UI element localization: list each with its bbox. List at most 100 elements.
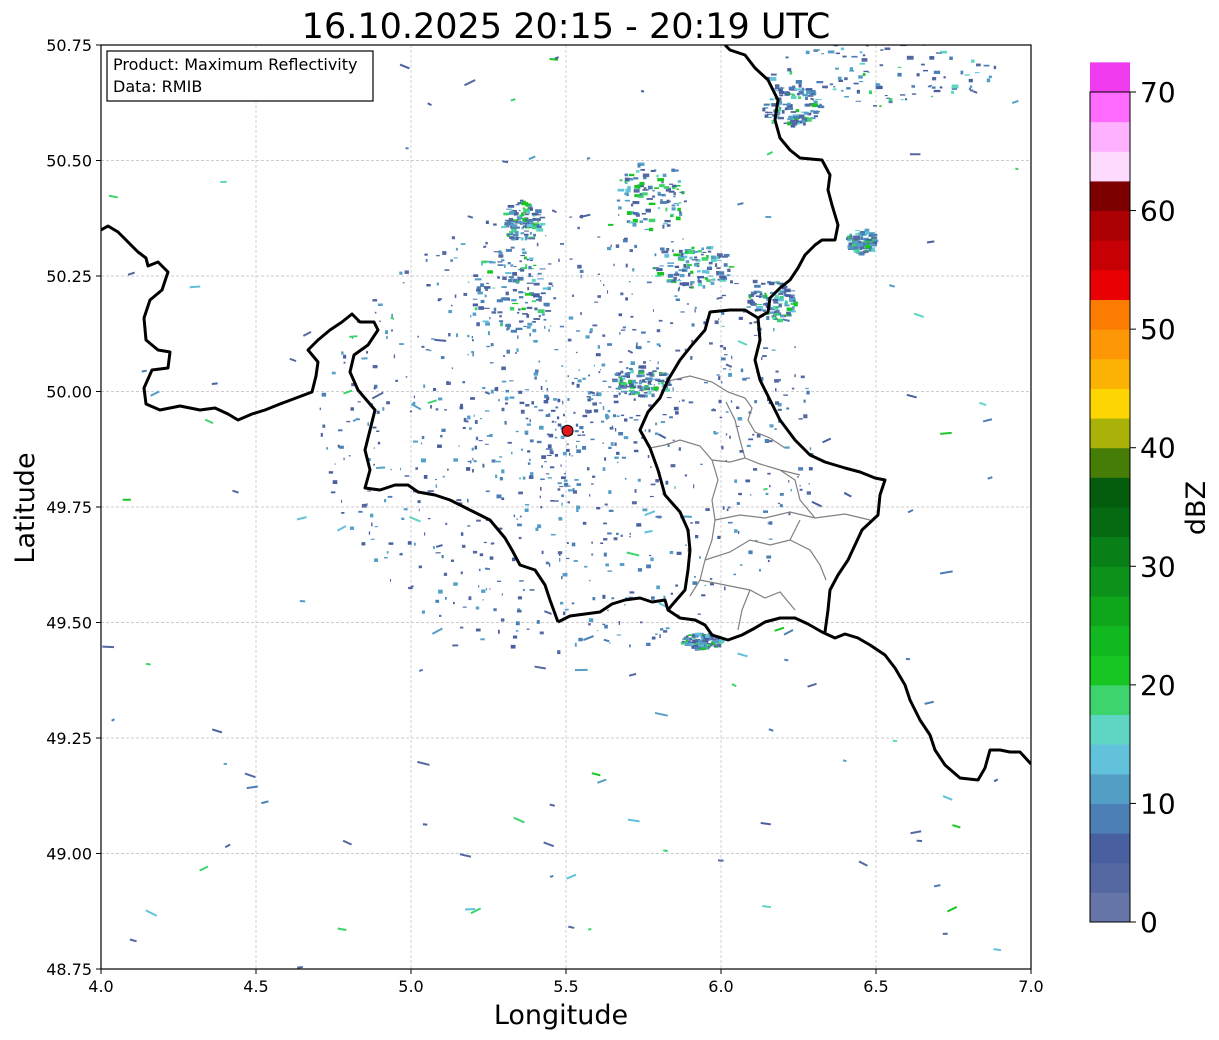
echo-pixel: [577, 434, 582, 437]
echo-pixel: [631, 501, 637, 505]
echo-pixel: [654, 187, 659, 189]
echo-pixel: [554, 421, 557, 423]
echo-pixel: [404, 270, 409, 274]
echo-pixel: [779, 295, 784, 299]
echo-pixel: [673, 192, 676, 196]
echo-pixel: [624, 603, 626, 606]
echo-pixel: [543, 400, 549, 404]
echo-pixel: [485, 587, 488, 591]
echo-pixel: [524, 230, 529, 232]
echo-pixel: [341, 511, 345, 514]
echo-pixel: [520, 409, 525, 414]
echo-pixel: [556, 416, 560, 420]
echo-pixel: [516, 216, 523, 220]
echo-pixel: [931, 86, 936, 89]
echo-pixel: [678, 447, 681, 451]
echo-pixel: [873, 104, 878, 107]
echo-pixel: [505, 389, 510, 393]
echo-pixel: [341, 499, 343, 503]
echo-pixel: [442, 475, 445, 478]
echo-pixel: [501, 593, 503, 596]
echo-pixel: [666, 248, 670, 251]
echo-pixel: [415, 467, 418, 470]
echo-pixel: [662, 173, 667, 178]
echo-pixel: [734, 529, 738, 533]
echo-pixel: [758, 568, 761, 572]
echo-pixel: [534, 307, 538, 311]
echo-pixel: [698, 250, 702, 253]
echo-pixel: [538, 360, 541, 363]
echo-pixel: [656, 174, 659, 178]
echo-pixel: [504, 420, 507, 425]
echo-pixel: [615, 244, 620, 248]
echo-pixel: [474, 278, 482, 281]
echo-pixel: [372, 426, 377, 429]
y-tick-label: 49.50: [46, 614, 92, 633]
echo-pixel: [655, 422, 658, 426]
colorbar: [1089, 62, 1131, 923]
echo-pixel: [509, 396, 515, 399]
echo-pixel: [368, 531, 371, 535]
echo-pixel: [900, 99, 904, 101]
echo-pixel: [682, 282, 690, 286]
echo-pixel: [624, 477, 627, 480]
echo-pixel: [886, 97, 890, 99]
echo-pixel: [650, 466, 652, 468]
echo-pixel: [853, 238, 860, 241]
colorbar-segment: [1090, 714, 1130, 745]
echo-pixel: [650, 169, 656, 172]
echo-pixel: [551, 285, 554, 287]
echo-streak: [189, 285, 201, 289]
echo-pixel: [650, 386, 654, 390]
echo-pixel: [625, 384, 628, 388]
echo-pixel: [560, 243, 565, 245]
echo-pixel: [437, 298, 441, 302]
echo-pixel: [459, 626, 464, 629]
echo-pixel: [805, 103, 811, 107]
echo-pixel: [372, 365, 378, 369]
echo-pixel: [602, 380, 607, 382]
echo-pixel: [582, 377, 586, 380]
echo-pixel: [939, 86, 943, 89]
colorbar-segment: [1090, 862, 1130, 893]
echo-pixel: [766, 315, 770, 320]
echo-pixel: [516, 518, 518, 520]
echo-pixel: [774, 388, 777, 392]
echo-pixel: [630, 203, 634, 207]
echo-pixel: [792, 306, 795, 311]
echo-pixel: [421, 435, 425, 440]
echo-pixel: [648, 227, 654, 232]
echo-pixel: [611, 378, 618, 380]
echo-pixel: [611, 425, 614, 429]
echo-pixel: [869, 243, 876, 247]
echo-pixel: [626, 211, 632, 216]
echo-pixel: [719, 344, 724, 348]
echo-pixel: [858, 75, 863, 79]
echo-pixel: [524, 233, 529, 236]
y-tick-label: 49.00: [46, 845, 92, 864]
echo-pixel: [501, 366, 506, 371]
echo-pixel: [618, 620, 621, 625]
echo-pixel: [399, 553, 403, 556]
echo-pixel: [524, 236, 528, 241]
echo-pixel: [526, 314, 530, 318]
echo-pixel: [444, 269, 450, 271]
echo-pixel: [550, 499, 555, 502]
echo-pixel: [485, 568, 490, 570]
echo-streak: [434, 338, 447, 342]
echo-pixel: [519, 260, 522, 263]
echo-pixel: [752, 279, 758, 284]
echo-pixel: [927, 85, 931, 88]
echo-pixel: [509, 210, 515, 215]
echo-pixel: [577, 226, 580, 230]
echo-pixel: [540, 386, 543, 390]
echo-pixel: [560, 435, 566, 438]
echo-streak: [549, 874, 554, 878]
echo-pixel: [705, 638, 709, 643]
echo-pixel: [425, 258, 428, 262]
echo-pixel: [670, 241, 674, 243]
echo-pixel: [988, 75, 992, 79]
echo-pixel: [440, 356, 445, 360]
echo-pixel: [664, 372, 667, 376]
echo-pixel: [507, 204, 515, 208]
